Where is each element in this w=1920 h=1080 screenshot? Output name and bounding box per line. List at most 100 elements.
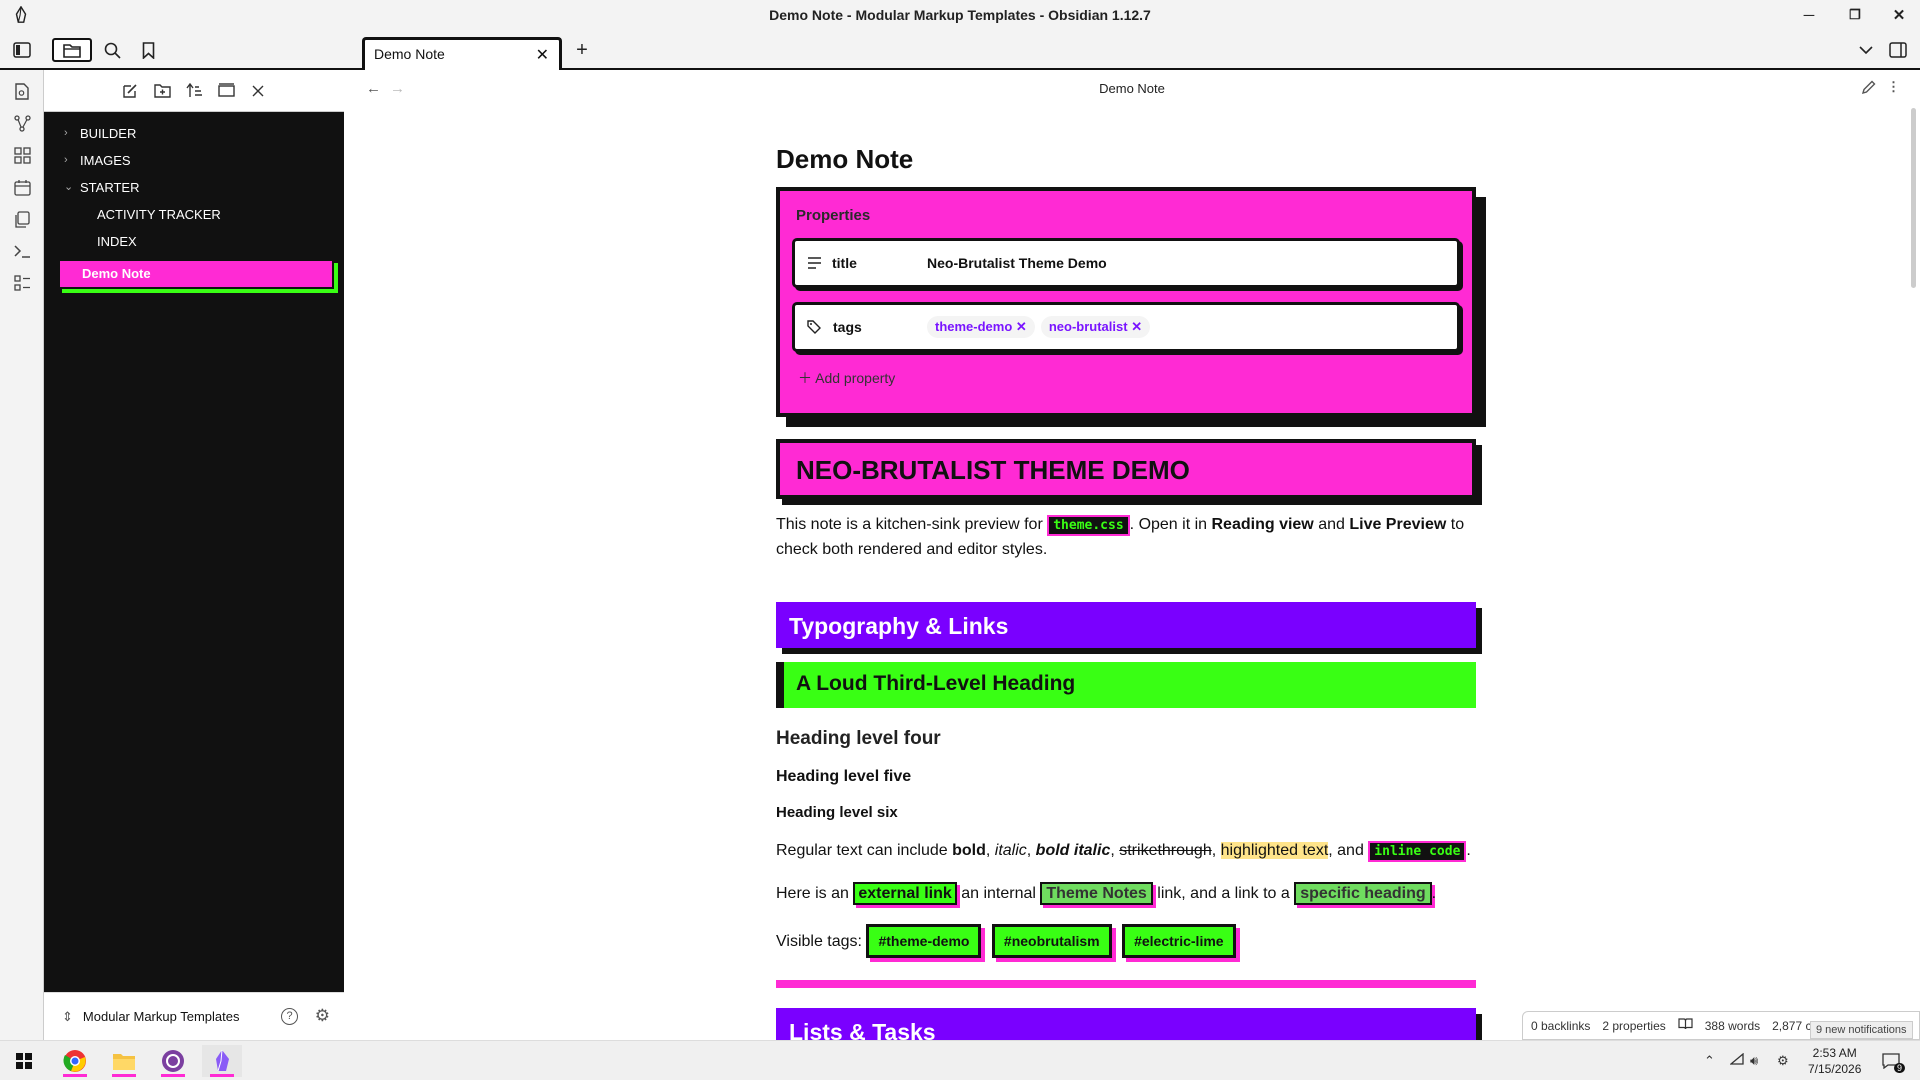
reading-mode-icon[interactable] <box>1678 1018 1693 1033</box>
text: , <box>985 842 995 859</box>
canvas-icon[interactable] <box>11 144 33 166</box>
heading-1[interactable]: NEO-BRUTALIST THEME DEMO <box>776 439 1476 499</box>
property-tags-row[interactable]: tags theme-demo ✕ neo-brutalist ✕ <box>792 302 1460 352</box>
heading-3[interactable]: A Loud Third-Level Heading <box>776 662 1476 708</box>
tag-pill[interactable]: theme-demo ✕ <box>927 316 1035 338</box>
network-icon[interactable] <box>1729 1052 1744 1068</box>
tab-bar: Demo Note ✕ + <box>0 30 1920 70</box>
more-options-icon[interactable]: ⋮ <box>1887 79 1900 95</box>
vault-switcher[interactable]: ⇕ Modular Markup Templates ? ⚙ <box>44 992 344 1040</box>
external-link[interactable]: external link <box>853 882 957 905</box>
tag-pill-label: neo-brutalist <box>1048 319 1128 334</box>
text: . <box>1431 885 1437 902</box>
internal-link[interactable]: Theme Notes <box>1040 882 1153 905</box>
github-desktop-icon[interactable] <box>153 1045 193 1077</box>
properties-label[interactable]: Properties <box>796 207 1460 224</box>
settings-tray-icon[interactable]: ⚙ <box>1777 1053 1789 1069</box>
folder-label: STARTER <box>80 180 140 195</box>
calendar-icon[interactable] <box>11 176 33 198</box>
tag-link[interactable]: #electric-lime <box>1122 924 1236 958</box>
right-sidebar-toggle-icon[interactable] <box>1884 38 1912 62</box>
open-quick-switcher-icon[interactable] <box>11 80 33 102</box>
new-folder-icon[interactable] <box>153 82 171 100</box>
remove-tag-icon[interactable]: ✕ <box>1131 319 1142 334</box>
folder-builder[interactable]: › BUILDER <box>44 120 344 147</box>
add-property-button[interactable]: ＋ Add property <box>798 368 1460 388</box>
tasks-list-icon[interactable] <box>11 272 33 294</box>
character-count: 2,877 cl <box>1772 1018 1815 1033</box>
file-explorer-toolbar <box>44 70 344 112</box>
sort-icon[interactable] <box>185 82 203 100</box>
search-icon[interactable] <box>98 38 126 62</box>
note-content: Demo Note Properties title Neo-Brutalist… <box>776 108 1476 1054</box>
file-explorer-app-icon[interactable] <box>104 1045 144 1077</box>
file-index[interactable]: INDEX <box>44 228 344 255</box>
obsidian-logo-icon <box>15 6 27 23</box>
system-clock[interactable]: 2:53 AM 7/15/2026 <box>1808 1045 1861 1077</box>
minimize-button[interactable]: ─ <box>1786 0 1832 30</box>
bookmark-icon[interactable] <box>134 38 162 62</box>
tab-list-chevron-icon[interactable] <box>1852 38 1880 62</box>
folder-images[interactable]: › IMAGES <box>44 147 344 174</box>
remove-tag-icon[interactable]: ✕ <box>1016 319 1027 334</box>
text: an internal <box>956 885 1041 902</box>
text: , <box>1110 842 1120 859</box>
content-scrollbar[interactable] <box>1911 108 1916 288</box>
command-palette-icon[interactable] <box>11 240 33 262</box>
add-property-label: Add property <box>815 370 896 386</box>
property-key-label: tags <box>833 319 862 335</box>
note-header-title: Demo Note <box>1099 81 1165 96</box>
property-key-label: title <box>832 255 857 271</box>
chevron-down-icon: ⌄ <box>64 181 74 193</box>
file-label: INDEX <box>97 234 137 249</box>
restore-button[interactable]: ❐ <box>1832 0 1878 30</box>
text: . Open it in <box>1129 516 1212 533</box>
backlinks-count[interactable]: 0 backlinks <box>1531 1019 1590 1033</box>
chrome-icon[interactable] <box>55 1045 95 1077</box>
collapse-all-icon[interactable] <box>217 82 235 100</box>
close-all-icon[interactable] <box>249 82 267 100</box>
formatting-paragraph[interactable]: Regular text can include bold, italic, b… <box>776 839 1476 864</box>
heading-link[interactable]: specific heading <box>1294 882 1432 905</box>
file-demo-note[interactable]: Demo Note <box>58 259 334 289</box>
property-title-value[interactable]: Neo-Brutalist Theme Demo <box>927 255 1107 271</box>
bold-text: Reading view <box>1211 516 1314 533</box>
heading-2[interactable]: Typography & Links <box>776 602 1476 648</box>
tag-link[interactable]: #neobrutalism <box>991 924 1112 958</box>
file-activity-tracker[interactable]: ACTIVITY TRACKER <box>44 201 344 228</box>
folder-starter[interactable]: ⌄ STARTER <box>44 174 344 201</box>
tag-pill[interactable]: neo-brutalist ✕ <box>1040 316 1151 338</box>
property-title-row[interactable]: title Neo-Brutalist Theme Demo <box>792 238 1460 288</box>
properties-count[interactable]: 2 properties <box>1602 1019 1665 1033</box>
templates-icon[interactable] <box>11 208 33 230</box>
heading-4[interactable]: Heading level four <box>776 728 1476 750</box>
close-window-button[interactable]: ✕ <box>1876 0 1920 30</box>
clock-time: 2:53 AM <box>1812 1046 1857 1060</box>
heading-5[interactable]: Heading level five <box>776 768 1476 786</box>
tag-link[interactable]: #theme-demo <box>866 924 982 958</box>
help-icon[interactable]: ? <box>281 1008 298 1025</box>
file-label: Demo Note <box>82 266 151 281</box>
tags-paragraph: Visible tags: #theme-demo #neobrutalism … <box>776 924 1476 958</box>
sidebar-toggle-icon[interactable] <box>8 38 36 62</box>
settings-gear-icon[interactable]: ⚙ <box>315 1006 330 1026</box>
graph-view-icon[interactable] <box>11 112 33 134</box>
intro-paragraph[interactable]: This note is a kitchen-sink preview for … <box>776 513 1476 562</box>
highlighted-text: highlighted text <box>1220 842 1329 859</box>
heading-6[interactable]: Heading level six <box>776 804 1476 821</box>
notification-count-badge: 9 <box>1894 1063 1906 1073</box>
notification-toast[interactable]: 9 new notifications <box>1810 1021 1913 1039</box>
new-note-icon[interactable] <box>121 82 139 100</box>
tags-label: Visible tags: <box>776 933 862 950</box>
file-explorer-icon[interactable] <box>52 38 92 62</box>
tray-overflow-icon[interactable]: ⌃ <box>1704 1053 1715 1069</box>
note-title[interactable]: Demo Note <box>776 144 1476 175</box>
edit-mode-icon[interactable] <box>1861 80 1876 98</box>
volume-icon[interactable]: 🔊︎ <box>1750 1053 1758 1069</box>
file-label: ACTIVITY TRACKER <box>97 207 221 222</box>
windows-start-icon[interactable] <box>4 1045 44 1077</box>
close-tab-icon[interactable]: ✕ <box>536 45 549 65</box>
tab-demo-note[interactable]: Demo Note ✕ <box>362 37 562 70</box>
new-tab-button[interactable]: + <box>568 38 596 62</box>
obsidian-app-icon[interactable] <box>202 1045 242 1077</box>
